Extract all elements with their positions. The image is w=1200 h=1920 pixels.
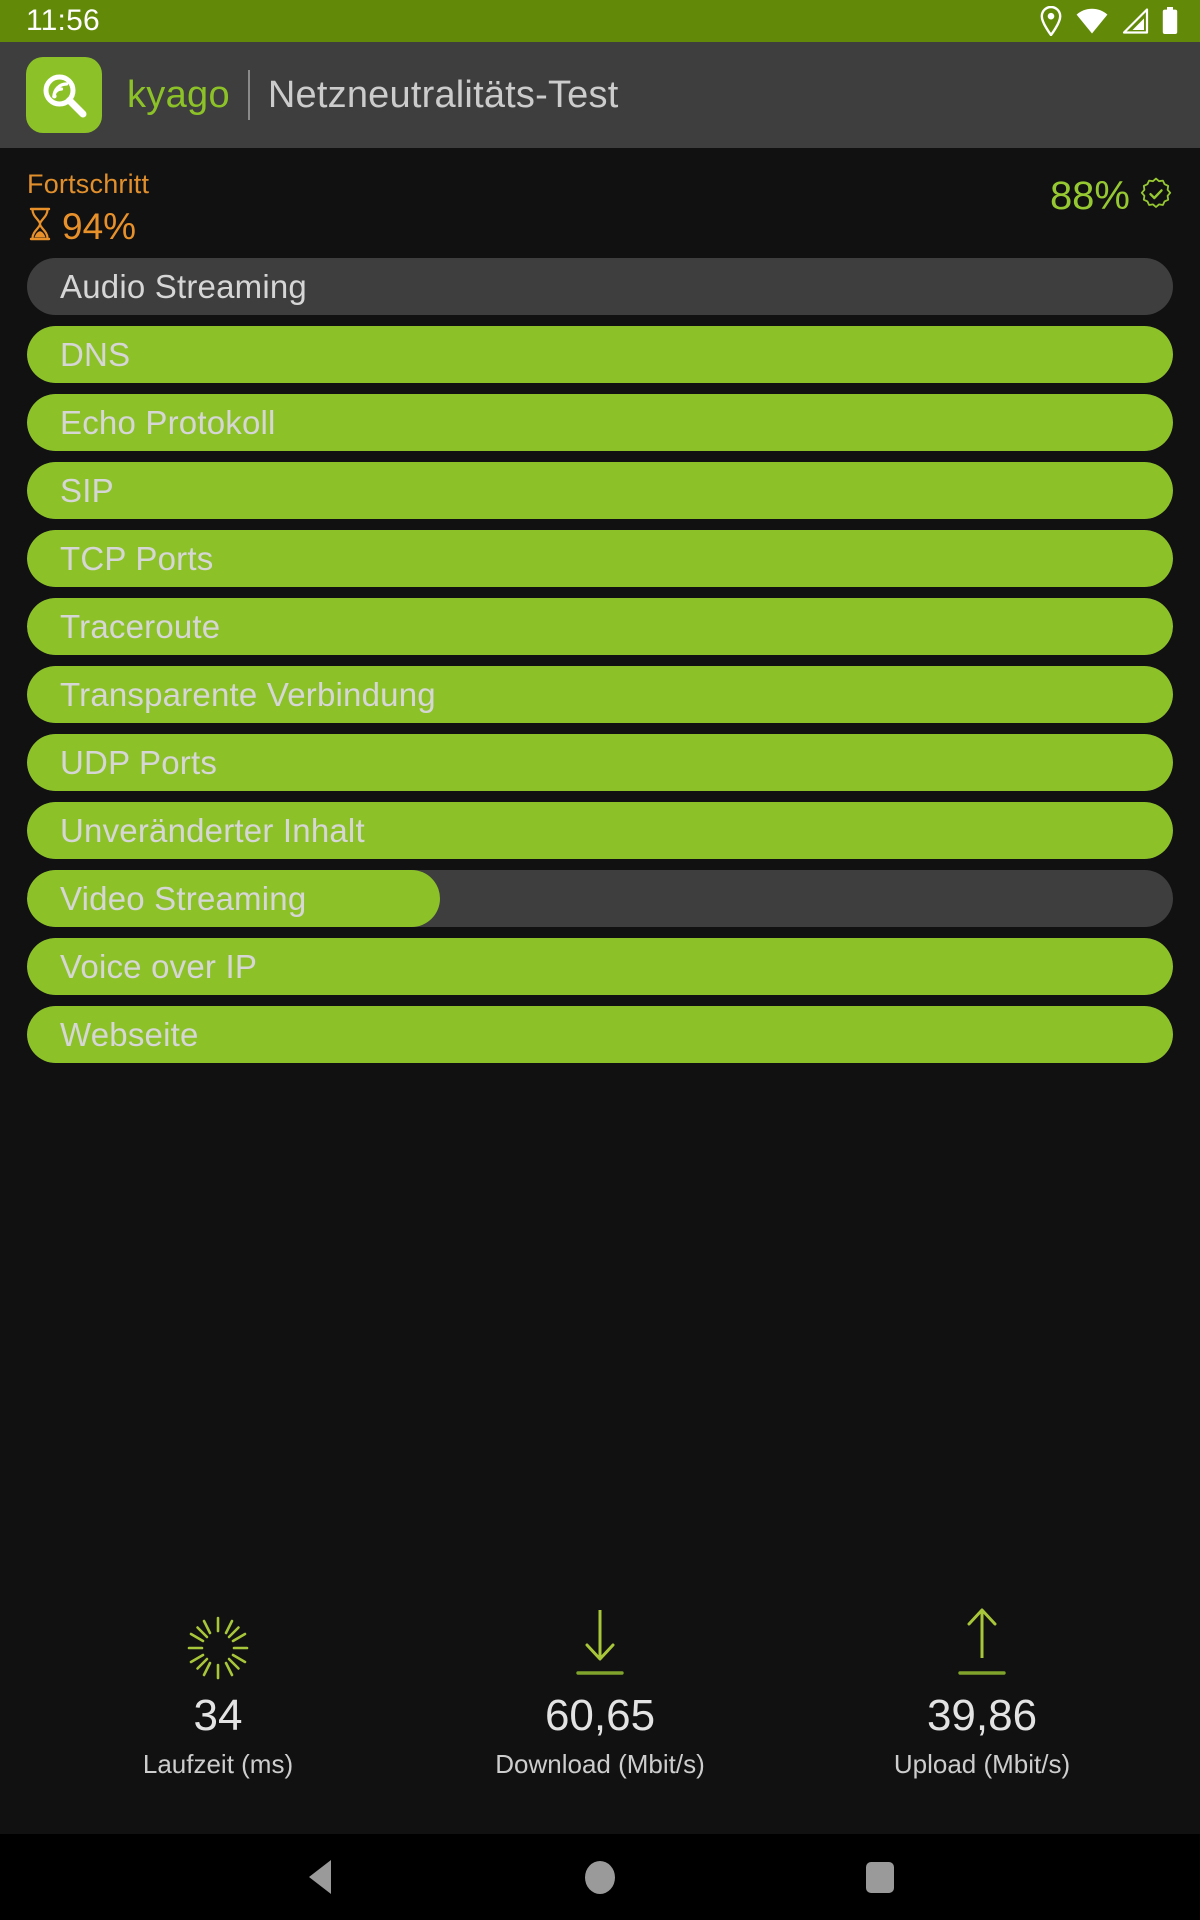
progress-value-row: 94% — [27, 207, 149, 246]
stat-caption: Upload (Mbit/s) — [893, 1749, 1071, 1779]
status-bar-clock: 11:56 — [26, 4, 100, 37]
latency-starburst-icon — [181, 1610, 255, 1682]
stat-caption: Download (Mbit/s) — [495, 1749, 705, 1779]
brand-name: kyago — [127, 73, 230, 116]
test-row[interactable]: Unveränderter Inhalt — [27, 802, 1173, 859]
download-arrow-icon — [569, 1610, 631, 1682]
test-row[interactable]: Voice over IP — [27, 938, 1173, 995]
stat-item: 60,65 Download (Mbit/s) — [409, 1610, 791, 1777]
score-percent: 88% — [1049, 174, 1130, 218]
test-row[interactable]: TCP Ports — [27, 530, 1173, 587]
app-bar: kyago Netzneutralitäts-Test — [0, 42, 1200, 148]
main-content: Fortschritt 94% 88% Audio Streaming DNS … — [0, 148, 1200, 1834]
brand-divider — [247, 70, 250, 120]
test-row[interactable]: Echo Protokoll — [27, 394, 1173, 451]
stat-value: 39,86 — [926, 1691, 1038, 1740]
test-label: Webseite — [60, 1015, 199, 1053]
stat-caption: Laufzeit (ms) — [142, 1749, 294, 1779]
home-button[interactable] — [560, 1847, 640, 1907]
test-list: Audio Streaming DNS Echo Protokoll SIP TCP P… — [27, 258, 1173, 1063]
stat-value: 60,65 — [544, 1691, 656, 1740]
test-label: TCP Ports — [60, 539, 214, 577]
wifi-icon — [1076, 8, 1108, 34]
test-row[interactable]: UDP Ports — [27, 734, 1173, 791]
test-label: SIP — [60, 471, 114, 509]
app-screen: 11:56 kyago Netzneutralitäts-Test Fortsc… — [0, 0, 1200, 1920]
test-row[interactable]: SIP — [27, 462, 1173, 519]
upload-arrow-icon — [951, 1608, 1013, 1682]
stat-item: 39,86 Upload (Mbit/s) — [791, 1608, 1173, 1779]
recents-button[interactable] — [840, 1847, 920, 1907]
test-label: DNS — [60, 335, 131, 373]
test-row[interactable]: Video Streaming — [27, 870, 1173, 927]
stat-item: 34 Laufzeit (ms) — [27, 1610, 409, 1777]
back-triangle-icon — [309, 1860, 331, 1894]
test-label: Video Streaming — [60, 879, 307, 917]
test-row[interactable]: Audio Streaming — [27, 258, 1173, 315]
test-row[interactable]: Traceroute — [27, 598, 1173, 655]
back-button[interactable] — [280, 1847, 360, 1907]
test-label: Voice over IP — [60, 947, 258, 985]
verified-badge-icon — [1139, 177, 1173, 216]
progress-left-group: Fortschritt 94% — [27, 169, 150, 246]
page-title: Netzneutralitäts-Test — [267, 73, 619, 116]
status-bar-icons — [1039, 6, 1178, 36]
test-label: Traceroute — [60, 607, 221, 645]
android-navigation-bar — [0, 1834, 1200, 1920]
test-row[interactable]: DNS — [27, 326, 1173, 383]
test-label: UDP Ports — [60, 743, 218, 781]
cellular-signal-icon — [1121, 8, 1149, 34]
home-circle-icon — [585, 1860, 615, 1894]
test-progress-fill — [27, 326, 1173, 383]
test-label: Unveränderter Inhalt — [60, 811, 365, 849]
recents-square-icon — [866, 1861, 894, 1893]
test-label: Audio Streaming — [60, 267, 307, 305]
test-label: Echo Protokoll — [60, 403, 276, 441]
location-pin-icon — [1039, 6, 1063, 36]
test-progress-fill — [27, 1006, 1173, 1063]
score-group: 88% — [1050, 170, 1173, 216]
hourglass-icon — [27, 207, 53, 246]
test-row[interactable]: Transparente Verbindung — [27, 666, 1173, 723]
stats-row: 34 Laufzeit (ms) 60,65 Download (Mbit/s) 3… — [27, 1608, 1173, 1834]
progress-label: Fortschritt — [27, 169, 150, 199]
test-label: Transparente Verbindung — [60, 675, 436, 713]
test-row[interactable]: Webseite — [27, 1006, 1173, 1063]
progress-percent: 94% — [62, 205, 137, 247]
stat-value: 34 — [193, 1691, 243, 1740]
progress-header: Fortschritt 94% 88% — [27, 148, 1173, 258]
test-progress-fill — [27, 462, 1173, 519]
kyago-magnifier-signal-icon — [26, 57, 102, 133]
battery-icon — [1162, 7, 1178, 35]
status-bar: 11:56 — [0, 0, 1200, 42]
